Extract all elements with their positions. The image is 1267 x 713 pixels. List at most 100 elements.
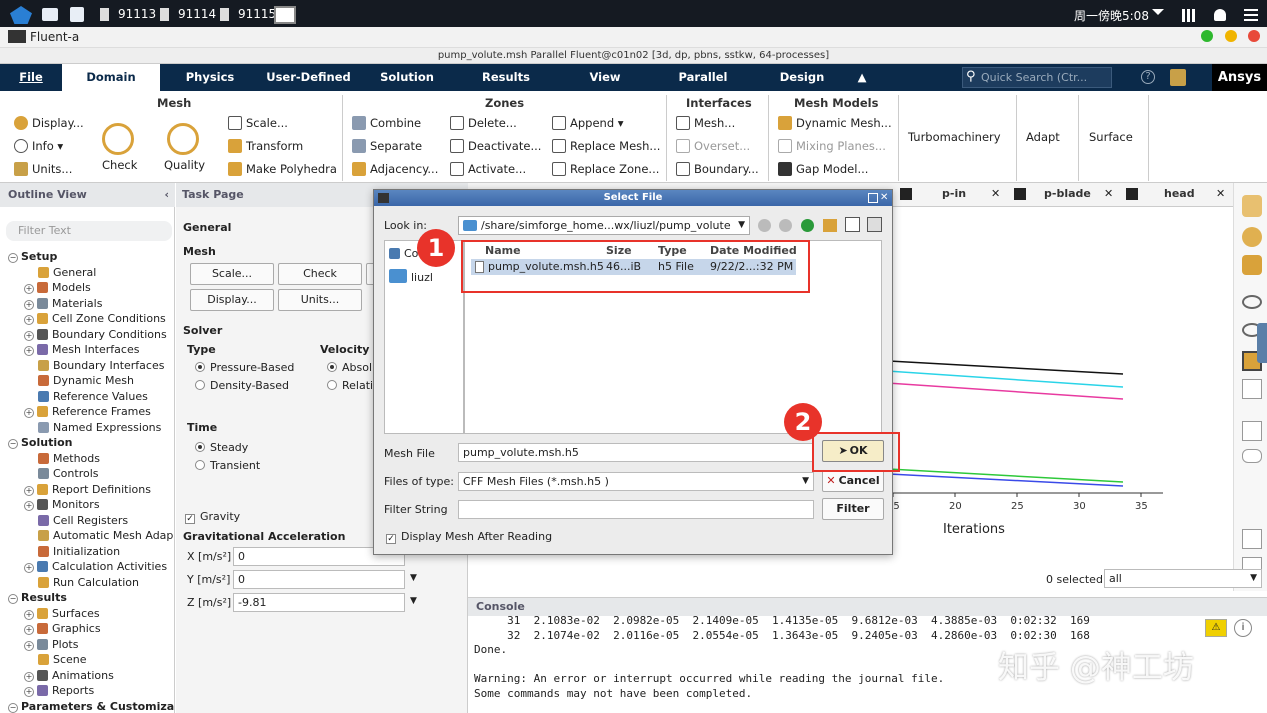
side-expand-handle[interactable] <box>1257 323 1267 363</box>
tree-item-boundary-interfaces[interactable]: Boundary Interfaces <box>38 359 164 372</box>
quick-search-input[interactable]: ⚲ Quick Search (Ctr... <box>962 67 1112 88</box>
tree-item-general[interactable]: General <box>38 266 96 279</box>
notes-icon[interactable] <box>1170 69 1186 86</box>
expand-plus-icon[interactable]: + <box>24 609 34 620</box>
warning-icon[interactable]: ⚠ <box>1205 619 1227 637</box>
close-tab-icon[interactable]: ✕ <box>991 187 1000 200</box>
tree-item-automatic-mesh-adap[interactable]: Automatic Mesh Adap <box>38 529 173 542</box>
dynamic-mesh-button[interactable]: Dynamic Mesh... <box>778 116 892 130</box>
mesh-file-input[interactable]: pump_volute.msh.h5 <box>458 443 814 462</box>
chart-icon[interactable] <box>1242 421 1262 441</box>
pressure-based-radio[interactable]: Pressure-Based <box>195 361 294 374</box>
user-icon[interactable] <box>1214 9 1226 21</box>
expand-plus-icon[interactable]: + <box>24 563 34 573</box>
filter-string-input[interactable] <box>458 500 814 519</box>
minimize-button[interactable] <box>1201 30 1213 42</box>
expand-plus-icon[interactable]: + <box>24 687 34 697</box>
scale-button[interactable]: Scale... <box>228 116 288 130</box>
display-after-reading-checkbox[interactable]: ✓ Display Mesh After Reading <box>386 530 552 544</box>
y-gravity-input[interactable]: 0 <box>233 570 405 589</box>
tree-item-materials[interactable]: + Materials <box>24 297 102 310</box>
gap-model-button[interactable]: Gap Model... <box>778 162 868 176</box>
tree-item-boundary-conditions[interactable]: + Boundary Conditions <box>24 328 167 341</box>
folder-icon[interactable] <box>42 8 58 21</box>
collapse-minus-icon[interactable]: − <box>8 439 18 449</box>
expand-plus-icon[interactable]: + <box>24 299 34 310</box>
expand-plus-icon[interactable]: + <box>24 346 34 356</box>
start-menu-icon[interactable] <box>10 6 32 24</box>
surface-button[interactable]: Surface <box>1089 130 1133 144</box>
close-tab-icon[interactable]: ✕ <box>1104 187 1113 200</box>
undo-view-icon[interactable] <box>1242 379 1262 399</box>
taskbar-item-91115[interactable]: 91115 <box>238 7 276 21</box>
tab-domain[interactable]: Domain <box>62 64 160 91</box>
append-button[interactable]: Append ▾ <box>552 116 624 130</box>
tab-view[interactable]: View <box>570 64 640 91</box>
tree-item-report-definitions[interactable]: + Report Definitions <box>24 483 151 496</box>
tree-item-surfaces[interactable]: + Surfaces <box>24 607 100 620</box>
units-task-button[interactable]: Units... <box>278 289 362 311</box>
dialog-maximize-button[interactable] <box>868 193 878 203</box>
pan-icon[interactable] <box>1242 255 1262 275</box>
tree-item-initialization[interactable]: Initialization <box>38 545 120 558</box>
tree-item-dynamic-mesh[interactable]: Dynamic Mesh <box>38 374 134 387</box>
check-mesh-button[interactable]: Check <box>278 263 362 285</box>
tab-design[interactable]: Design <box>765 64 839 91</box>
combine-button[interactable]: Combine <box>352 116 421 130</box>
taskbar-item-91114[interactable]: 91114 <box>178 7 216 21</box>
adapt-button[interactable]: Adapt <box>1026 130 1060 144</box>
up-folder-icon[interactable] <box>801 219 814 232</box>
files-of-type-select[interactable]: CFF Mesh Files (*.msh.h5 ) ▼ <box>458 472 814 491</box>
close-button[interactable] <box>1248 30 1260 42</box>
tree-item-reference-values[interactable]: Reference Values <box>38 390 148 403</box>
check-icon[interactable] <box>102 123 134 155</box>
info-circle-icon[interactable]: i <box>1234 619 1252 637</box>
toggle-icon[interactable] <box>1242 449 1262 463</box>
expand-plus-icon[interactable]: + <box>24 284 34 294</box>
transient-radio[interactable]: Transient <box>195 459 260 472</box>
z-gravity-input[interactable]: -9.81 <box>233 593 405 612</box>
dropdown-arrow-icon[interactable]: ▼ <box>410 596 417 606</box>
expand-plus-icon[interactable]: + <box>24 315 34 325</box>
view-eye-icon[interactable] <box>1242 295 1262 309</box>
delete-button[interactable]: Delete... <box>450 116 517 130</box>
tree-item-run-calculation[interactable]: Run Calculation <box>38 576 139 589</box>
density-based-radio[interactable]: Density-Based <box>195 379 289 392</box>
tree-item-animations[interactable]: + Animations <box>24 669 114 682</box>
outline-filter-input[interactable]: Filter Text <box>6 221 172 241</box>
separate-button[interactable]: Separate <box>352 139 422 153</box>
interface-mesh-button[interactable]: Mesh... <box>676 116 735 130</box>
steady-radio[interactable]: Steady <box>195 441 248 454</box>
apps-grid-icon[interactable] <box>1182 9 1195 22</box>
look-in-select[interactable]: /share/simforge_home...wx/liuzl/pump_vol… <box>458 216 750 235</box>
places-computer[interactable]: Co <box>389 247 418 260</box>
tree-item-named-expressions[interactable]: Named Expressions <box>38 421 161 434</box>
tree-section-parameters[interactable]: − Parameters & Customiza <box>8 700 174 713</box>
maximize-button[interactable] <box>1225 30 1237 42</box>
tab-p-in[interactable]: p-in ✕ <box>900 187 1000 205</box>
help-icon[interactable]: ? <box>1141 70 1155 84</box>
dialog-close-button[interactable]: ✕ <box>880 192 888 203</box>
tree-item-graphics[interactable]: + Graphics <box>24 622 101 635</box>
network-icon[interactable] <box>1152 9 1164 15</box>
check-button[interactable]: Check <box>102 158 137 172</box>
overset-button[interactable]: Overset... <box>676 139 750 153</box>
close-tab-icon[interactable]: ✕ <box>1216 187 1225 200</box>
forward-icon[interactable] <box>779 219 792 232</box>
tab-parallel[interactable]: Parallel <box>665 64 741 91</box>
terminal-icon[interactable] <box>220 8 229 21</box>
taskbar-item-91113[interactable]: 91113 <box>118 7 156 21</box>
absolute-radio[interactable]: Absol <box>327 361 372 374</box>
list-view-icon[interactable] <box>845 217 860 232</box>
tab-physics[interactable]: Physics <box>170 64 250 91</box>
tree-item-models[interactable]: + Models <box>24 281 91 294</box>
deactivate-button[interactable]: Deactivate... <box>450 139 541 153</box>
tab-file[interactable]: File <box>0 64 62 91</box>
copy-icon[interactable] <box>1242 529 1262 549</box>
tree-item-reference-frames[interactable]: + Reference Frames <box>24 405 151 418</box>
tree-section-solution[interactable]: − Solution <box>8 436 73 449</box>
terminal-icon[interactable] <box>160 8 169 21</box>
collapse-minus-icon[interactable]: − <box>8 702 18 713</box>
expand-plus-icon[interactable]: + <box>24 625 34 635</box>
replace-mesh-button[interactable]: Replace Mesh... <box>552 139 660 153</box>
